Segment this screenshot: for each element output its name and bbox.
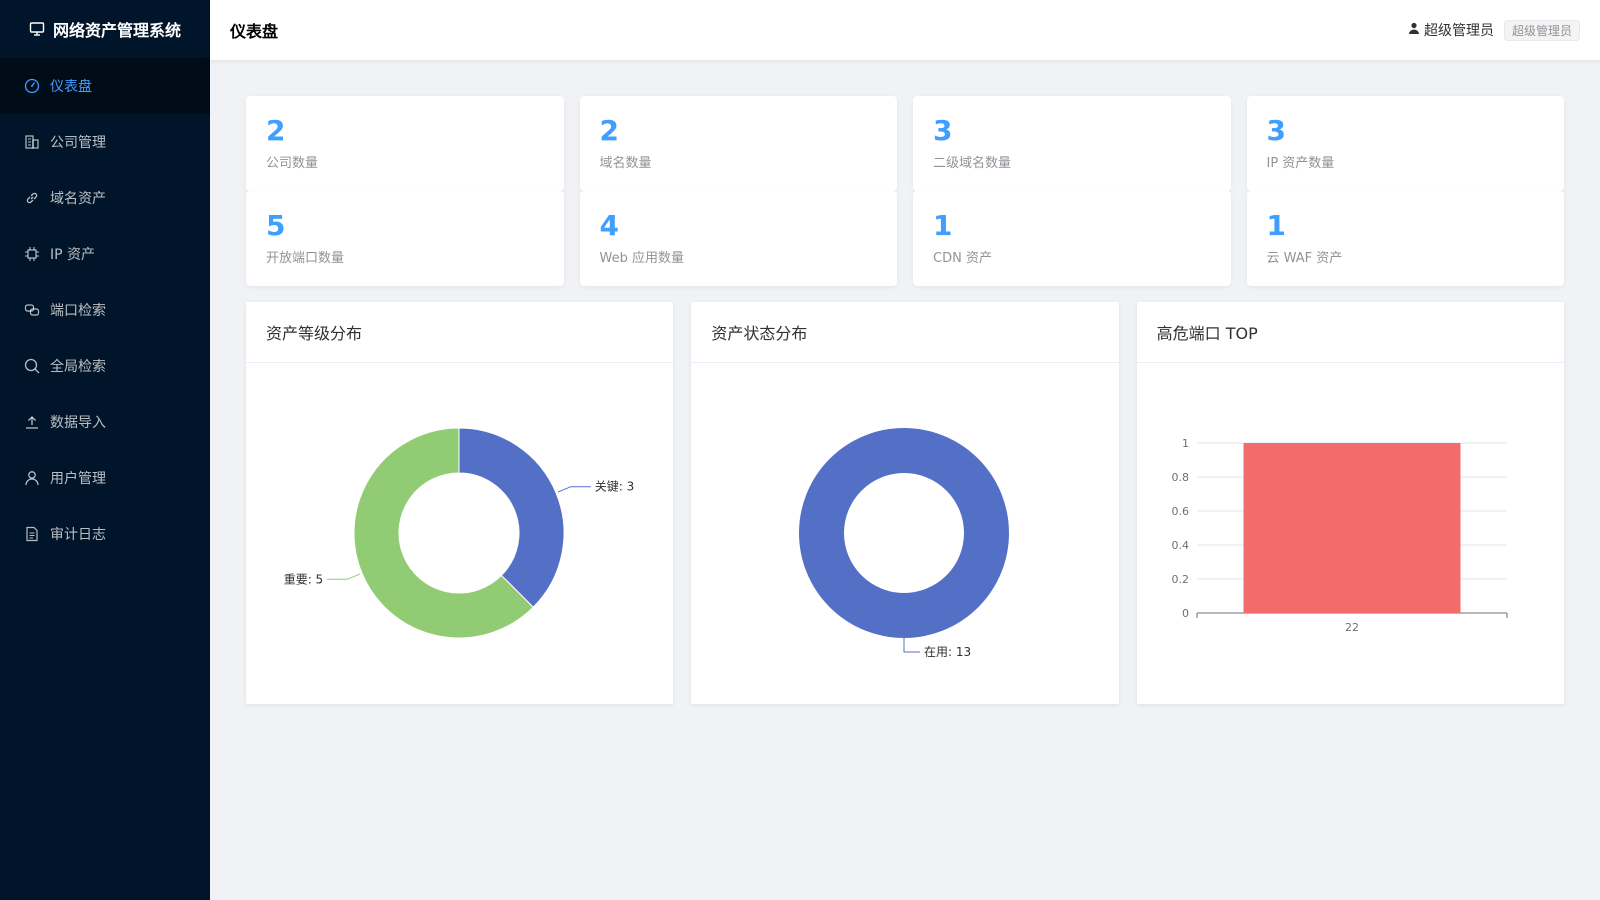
stat-label: 开放端口数量 xyxy=(266,251,345,266)
user-name: 超级管理员 xyxy=(1423,23,1494,39)
stat-card-cdn: 1 CDN 资产 xyxy=(913,191,1231,286)
dashboard-icon xyxy=(24,78,40,94)
sidebar-item-label: 全局检索 xyxy=(50,359,106,375)
app-title: 网络资产管理系统 xyxy=(52,21,181,40)
main-content: 2 公司数量 2 域名数量 3 二级域名数量 3 IP 资产数量 5 开放端口数量 4 We… xyxy=(210,60,1600,900)
document-icon xyxy=(24,526,40,542)
y-tick-label: 0.2 xyxy=(1171,573,1189,586)
sidebar-item-label: 端口检索 xyxy=(50,303,106,319)
y-tick-label: 0 xyxy=(1182,607,1189,620)
stat-value: 3 xyxy=(1266,114,1286,147)
sidebar-item-label: 域名资产 xyxy=(50,191,106,207)
monitor-icon xyxy=(29,21,45,37)
high-risk-ports-bar-chart: 0 0.2 0.4 0.6 0.8 1 22 xyxy=(1171,437,1508,634)
asset-level-donut-chart: 关键: 3 重要: 5 xyxy=(284,427,635,639)
stat-label: 云 WAF 资产 xyxy=(1266,251,1343,266)
sidebar-item-dashboard[interactable]: 仪表盘 xyxy=(0,58,210,114)
user-menu[interactable]: 超级管理员 xyxy=(1408,20,1494,40)
chart-card-high-risk-ports: 高危端口 TOP 0 0.2 0.4 0.6 0.8 1 22 xyxy=(1136,302,1564,704)
sidebar-item-label: IP 资产 xyxy=(50,247,96,263)
sidebar-menu: 仪表盘 公司管理 域名资产 IP 资产 端口检索 全局检索 数据导入 用户管理 xyxy=(0,58,210,562)
stat-card-open-ports: 5 开放端口数量 xyxy=(246,191,564,286)
y-tick-label: 0.6 xyxy=(1171,505,1189,518)
sidebar-item-global-search[interactable]: 全局检索 xyxy=(0,338,210,394)
page-title: 仪表盘 xyxy=(230,22,279,41)
sidebar-item-data-import[interactable]: 数据导入 xyxy=(0,394,210,450)
donut-slice-0[interactable] xyxy=(799,428,1010,638)
sidebar-item-label: 审计日志 xyxy=(50,527,106,543)
stat-card-subdomains: 3 二级域名数量 xyxy=(913,96,1231,191)
user-role-badge: 超级管理员 xyxy=(1503,19,1580,41)
sidebar-item-users[interactable]: 用户管理 xyxy=(0,450,210,506)
upload-icon xyxy=(24,414,40,430)
bar-port-22[interactable] xyxy=(1243,443,1461,613)
chip-icon xyxy=(24,246,40,262)
stat-label: 域名数量 xyxy=(599,156,652,171)
y-tick-label: 0.8 xyxy=(1171,471,1189,484)
stat-cards: 2 公司数量 2 域名数量 3 二级域名数量 3 IP 资产数量 5 开放端口数量 4 We… xyxy=(246,96,1564,286)
stat-value: 1 xyxy=(933,209,953,242)
chart-title: 资产状态分布 xyxy=(691,302,1119,363)
user-area: 超级管理员 超级管理员 xyxy=(1408,19,1580,41)
stat-label: IP 资产数量 xyxy=(1266,156,1335,171)
sidebar-item-audit-log[interactable]: 审计日志 xyxy=(0,506,210,562)
stat-card-web-apps: 4 Web 应用数量 xyxy=(579,191,897,286)
sidebar-item-port-search[interactable]: 端口检索 xyxy=(0,282,210,338)
chart-card-asset-level: 资产等级分布 关键: 3 重要: 5 xyxy=(246,302,674,704)
stat-label: CDN 资产 xyxy=(933,251,992,266)
stat-value: 2 xyxy=(266,114,286,147)
donut-slice-label: 关键: 3 xyxy=(595,480,635,494)
stat-value: 5 xyxy=(266,209,286,242)
sidebar-item-ip-assets[interactable]: IP 资产 xyxy=(0,226,210,282)
sidebar-item-label: 用户管理 xyxy=(50,471,106,487)
chart-panels: 资产等级分布 关键: 3 重要: 5 资产状态分布 在用: 13 高危端口 TOP… xyxy=(246,302,1564,704)
app-logo: 网络资产管理系统 xyxy=(0,0,210,58)
y-tick-label: 1 xyxy=(1182,437,1189,450)
sidebar-item-companies[interactable]: 公司管理 xyxy=(0,114,210,170)
chart-card-asset-status: 资产状态分布 在用: 13 xyxy=(691,302,1119,704)
donut-slice-label: 在用: 13 xyxy=(924,645,971,659)
label-leader-line xyxy=(557,486,591,493)
chart-title: 资产等级分布 xyxy=(246,302,674,363)
port-icon xyxy=(24,302,40,318)
sidebar-item-label: 公司管理 xyxy=(50,135,106,151)
top-header: 仪表盘 超级管理员 超级管理员 xyxy=(210,0,1600,60)
building-icon xyxy=(24,134,40,150)
sidebar: 网络资产管理系统 仪表盘 公司管理 域名资产 IP 资产 端口检索 全局检索 数… xyxy=(0,0,210,900)
stat-card-ip-assets: 3 IP 资产数量 xyxy=(1246,96,1564,191)
user-icon xyxy=(24,470,40,486)
asset-status-donut-chart: 在用: 13 xyxy=(799,428,1010,659)
chart-title: 高危端口 TOP xyxy=(1136,302,1564,363)
label-leader-line xyxy=(327,573,361,580)
stat-card-companies: 2 公司数量 xyxy=(246,96,564,191)
donut-slice-0[interactable] xyxy=(458,427,565,608)
stat-label: 公司数量 xyxy=(266,156,319,171)
stat-label: 二级域名数量 xyxy=(933,156,1012,171)
donut-slice-label: 重要: 5 xyxy=(284,572,324,586)
y-tick-label: 0.4 xyxy=(1171,539,1189,552)
x-tick-label: 22 xyxy=(1345,621,1359,634)
sidebar-item-domains[interactable]: 域名资产 xyxy=(0,170,210,226)
search-icon xyxy=(24,358,40,374)
stat-card-waf: 1 云 WAF 资产 xyxy=(1246,191,1564,286)
stat-value: 2 xyxy=(599,114,619,147)
stat-card-domains: 2 域名数量 xyxy=(579,96,897,191)
stat-value: 4 xyxy=(599,209,619,242)
stat-value: 1 xyxy=(1266,209,1286,242)
stat-value: 3 xyxy=(933,114,953,147)
sidebar-item-label: 数据导入 xyxy=(50,415,106,431)
user-icon xyxy=(1408,22,1420,38)
label-leader-line xyxy=(903,638,921,653)
link-icon xyxy=(24,190,40,206)
sidebar-item-label: 仪表盘 xyxy=(50,79,92,95)
stat-label: Web 应用数量 xyxy=(599,251,684,266)
